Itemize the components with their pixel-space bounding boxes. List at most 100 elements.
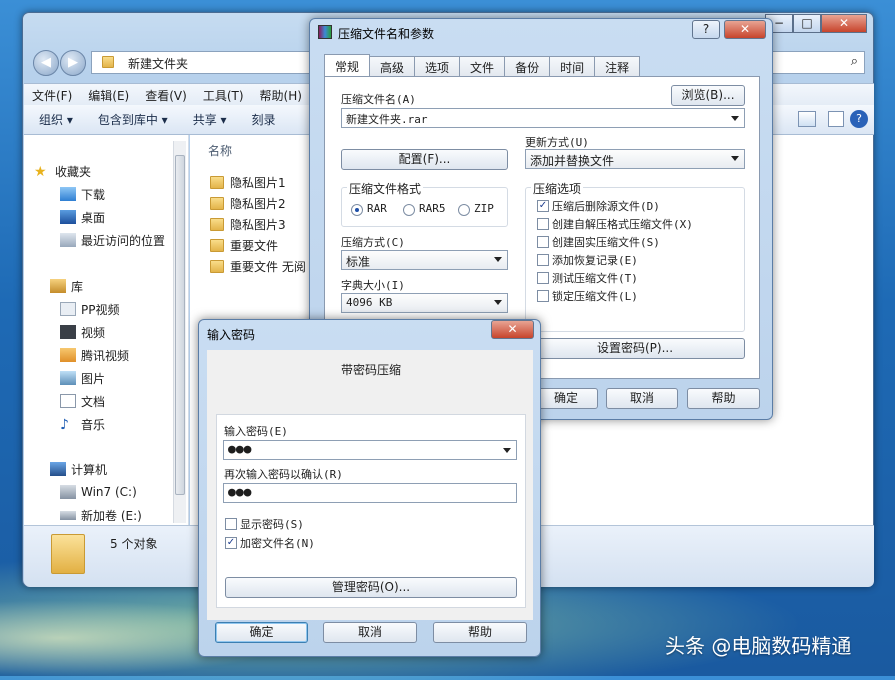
recent-places-icon xyxy=(60,233,76,247)
tab-general[interactable]: 常规 xyxy=(324,54,371,76)
sidebar-item-drive-e[interactable]: 新加卷 (E:) xyxy=(60,505,142,525)
list-item[interactable]: 重要文件 无阅 xyxy=(210,256,306,276)
tab-comment[interactable]: 注释 xyxy=(594,56,641,76)
sidebar-item-pictures[interactable]: 图片 xyxy=(60,368,105,388)
sidebar-item-computer[interactable]: 计算机 xyxy=(50,459,107,479)
option-label: 创建固实压缩文件(S) xyxy=(552,236,660,249)
view-options-icon[interactable] xyxy=(798,111,816,127)
radio-rar[interactable] xyxy=(351,204,363,216)
drive-icon xyxy=(60,485,76,499)
cancel-button[interactable]: 取消 xyxy=(323,622,417,643)
radio-rar5[interactable] xyxy=(403,204,415,216)
profile-button[interactable]: 配置(F)... xyxy=(341,149,508,170)
menu-tools[interactable]: 工具(T) xyxy=(195,84,252,105)
menu-file[interactable]: 文件(F) xyxy=(24,84,80,105)
chevron-down-icon[interactable] xyxy=(731,116,739,121)
show-password-checkbox[interactable] xyxy=(225,518,237,530)
burn-button[interactable]: 刻录 xyxy=(237,111,286,128)
tab-files[interactable]: 文件 xyxy=(459,56,506,76)
ok-button[interactable]: 确定 xyxy=(215,622,308,643)
sidebar-item-recent[interactable]: 最近访问的位置 xyxy=(60,230,165,250)
list-item[interactable]: 隐私图片2 xyxy=(210,193,286,213)
folder-icon xyxy=(210,217,224,231)
menu-help[interactable]: 帮助(H) xyxy=(252,84,310,105)
tab-time[interactable]: 时间 xyxy=(549,56,596,76)
show-password-label: 显示密码(S) xyxy=(240,518,304,531)
menu-edit[interactable]: 编辑(E) xyxy=(80,84,137,105)
sidebar-item-tencent-video[interactable]: 腾讯视频 xyxy=(60,345,129,365)
close-button[interactable]: ✕ xyxy=(724,20,766,39)
help-button[interactable]: 帮助 xyxy=(687,388,760,409)
option-label: 测试压缩文件(T) xyxy=(552,272,638,285)
chevron-down-icon[interactable] xyxy=(503,448,511,453)
sidebar-item-label: 计算机 xyxy=(71,462,108,477)
password-input[interactable]: ●●● xyxy=(223,440,517,460)
tab-advanced[interactable]: 高级 xyxy=(369,56,416,76)
navigation-scrollbar[interactable] xyxy=(173,141,186,523)
option-checkbox[interactable] xyxy=(537,218,549,230)
option-checkbox[interactable] xyxy=(537,272,549,284)
sidebar-item-favorites[interactable]: ★ 收藏夹 xyxy=(34,161,91,181)
column-header-name[interactable]: 名称 xyxy=(208,142,232,159)
back-arrow-icon[interactable]: ◀ xyxy=(33,50,59,76)
menu-view[interactable]: 查看(V) xyxy=(137,84,195,105)
archive-name-field[interactable]: 新建文件夹.rar xyxy=(341,108,745,128)
explorer-window-controls: − □ ✕ xyxy=(765,14,867,34)
set-password-button[interactable]: 设置密码(P)... xyxy=(525,338,745,359)
sidebar-item-libraries[interactable]: 库 xyxy=(50,276,83,296)
folder-icon xyxy=(210,259,224,273)
folder-icon xyxy=(60,348,76,362)
list-item[interactable]: 隐私图片3 xyxy=(210,214,286,234)
search-icon[interactable]: ⌕ xyxy=(851,54,858,69)
sidebar-item-pp-video[interactable]: PP视频 xyxy=(60,299,119,319)
update-mode-label: 更新方式(U) xyxy=(525,136,589,149)
option-checkbox[interactable] xyxy=(537,254,549,266)
dictionary-select[interactable]: 4096 KB xyxy=(341,293,508,313)
sidebar-item-label: 腾讯视频 xyxy=(81,348,130,363)
option-checkbox[interactable]: ✓ xyxy=(537,200,549,212)
confirm-password-input[interactable]: ●●● xyxy=(223,483,517,503)
update-mode-select[interactable]: 添加并替换文件 xyxy=(525,149,745,169)
archive-name-label: 压缩文件名(A) xyxy=(341,93,416,106)
scrollbar-thumb[interactable] xyxy=(175,155,185,495)
include-in-library-button[interactable]: 包含到库中 ▾ xyxy=(83,111,178,128)
manage-passwords-button[interactable]: 管理密码(O)... xyxy=(225,577,517,598)
maximize-button[interactable]: □ xyxy=(793,14,821,33)
close-button[interactable]: ✕ xyxy=(821,14,867,33)
folder-icon xyxy=(210,238,224,252)
breadcrumb[interactable]: 新建文件夹 xyxy=(128,55,188,72)
sidebar-item-documents[interactable]: 文档 xyxy=(60,391,105,411)
help-icon[interactable]: ? xyxy=(850,110,868,128)
search-input[interactable]: ⌕ xyxy=(765,51,865,74)
dialog-heading: 带密码压缩 xyxy=(341,363,402,377)
file-name: 隐私图片3 xyxy=(230,217,286,232)
browse-button[interactable]: 浏览(B)... xyxy=(671,85,745,106)
password-value: ●●● xyxy=(228,442,252,457)
cancel-button[interactable]: 取消 xyxy=(606,388,678,409)
help-button[interactable]: 帮助 xyxy=(433,622,527,643)
list-item[interactable]: 重要文件 xyxy=(210,235,278,255)
tab-options[interactable]: 选项 xyxy=(414,56,461,76)
computer-icon xyxy=(50,462,66,476)
sidebar-item-drive-c[interactable]: Win7 (C:) xyxy=(60,482,137,502)
preview-pane-icon[interactable] xyxy=(828,111,844,127)
sidebar-item-label: 下载 xyxy=(81,187,106,202)
method-select[interactable]: 标准 xyxy=(341,250,508,270)
tab-backup[interactable]: 备份 xyxy=(504,56,551,76)
close-button[interactable]: ✕ xyxy=(491,320,534,339)
forward-arrow-icon[interactable]: ▶ xyxy=(60,50,86,76)
radio-zip[interactable] xyxy=(458,204,470,216)
ok-button[interactable]: 确定 xyxy=(534,388,598,409)
option-checkbox[interactable] xyxy=(537,290,549,302)
organize-button[interactable]: 组织 ▾ xyxy=(24,111,83,128)
download-folder-icon xyxy=(60,187,76,201)
help-title-button[interactable]: ? xyxy=(692,20,720,39)
sidebar-item-music[interactable]: ♪ 音乐 xyxy=(60,414,105,434)
encrypt-filenames-checkbox[interactable]: ✓ xyxy=(225,537,237,549)
sidebar-item-video[interactable]: 视频 xyxy=(60,322,105,342)
share-button[interactable]: 共享 ▾ xyxy=(178,111,237,128)
list-item[interactable]: 隐私图片1 xyxy=(210,172,286,192)
option-checkbox[interactable] xyxy=(537,236,549,248)
sidebar-item-desktop[interactable]: 桌面 xyxy=(60,207,105,227)
sidebar-item-downloads[interactable]: 下载 xyxy=(60,184,105,204)
